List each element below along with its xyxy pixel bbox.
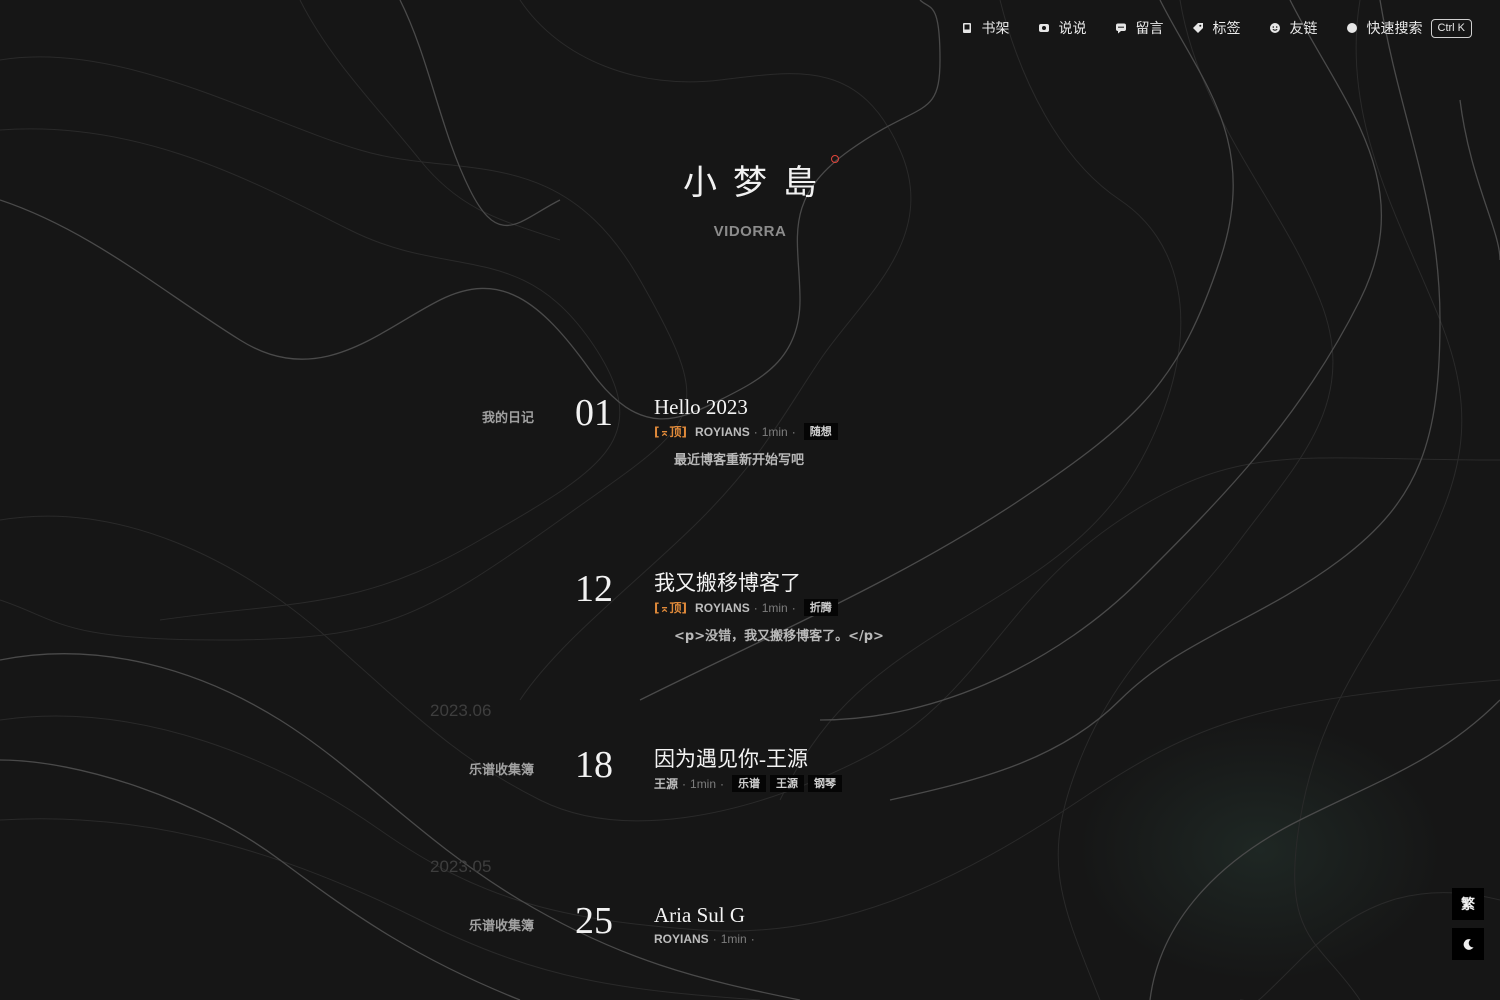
post-meta: [⌅顶] ROYIANS · 1min · 随想: [654, 423, 838, 440]
post-category[interactable]: 乐谱收集簿: [469, 915, 534, 934]
nav-label: 留言: [1135, 21, 1164, 37]
post-category[interactable]: 乐谱收集簿: [469, 759, 534, 778]
post-readtime: 1min: [761, 600, 788, 615]
meta-separator: ·: [750, 932, 755, 946]
post-readtime: 1min: [720, 932, 747, 946]
logo-dot: [831, 155, 839, 163]
pinned-label: [⌅顶]: [654, 424, 688, 439]
pinned-label: [⌅顶]: [654, 600, 688, 615]
nav-item-tags[interactable]: 标签: [1192, 18, 1241, 38]
nav-label: 说说: [1058, 21, 1087, 37]
camera-icon: [1038, 24, 1049, 32]
post-item: 乐谱收集簿 25 Aria Sul G ROYIANS · 1min ·: [0, 901, 1500, 1000]
post-item: 12 我又搬移博客了 [⌅顶] ROYIANS · 1min · 折腾 <p>没…: [0, 569, 1500, 699]
tag-icon: [1192, 23, 1203, 33]
chat-bubble-icon: [1115, 23, 1126, 34]
meta-separator: ·: [720, 776, 725, 791]
post-title[interactable]: Aria Sul G: [654, 903, 745, 927]
post-day: 25: [575, 900, 613, 942]
month-divider: 2023.05: [430, 857, 492, 876]
month-divider: 2023.06: [430, 701, 492, 720]
meta-separator: ·: [753, 600, 758, 615]
post-excerpt: <p>没错，我又搬移博客了。</p>: [674, 629, 884, 644]
site-logo[interactable]: 小梦島: [0, 155, 1500, 204]
post-readtime: 1min: [690, 776, 717, 791]
search-shortcut-badge: Ctrl K: [1430, 18, 1472, 38]
post-title[interactable]: 因为遇见你-王源: [654, 747, 808, 771]
search-dot-icon: [1346, 23, 1357, 33]
post-category[interactable]: 我的日记: [482, 407, 534, 426]
post-author[interactable]: ROYIANS: [695, 424, 750, 440]
meta-separator: ·: [791, 424, 796, 439]
nav-item-guestbook[interactable]: 留言: [1115, 18, 1164, 38]
post-tag[interactable]: 随想: [803, 423, 838, 440]
post-item: 乐谱收集簿 18 因为遇见你-王源 王源 · 1min · 乐谱 王源 钢琴: [0, 745, 1500, 875]
post-item: 我的日记 01 Hello 2023 [⌅顶] ROYIANS · 1min ·…: [0, 393, 1500, 523]
top-nav: 书架 说说 留言 标签 友链 快速搜索 Ctrl K: [961, 16, 1472, 40]
nav-label: 友链: [1289, 21, 1318, 37]
nav-label: 书架: [981, 21, 1010, 37]
post-tag[interactable]: 王源: [770, 775, 805, 792]
nav-item-friends[interactable]: 友链: [1269, 18, 1318, 38]
post-title[interactable]: Hello 2023: [654, 395, 748, 419]
book-icon: [962, 23, 971, 33]
post-tag[interactable]: 折腾: [803, 599, 838, 616]
post-meta: [⌅顶] ROYIANS · 1min · 折腾: [654, 599, 838, 616]
dark-mode-toggle-button[interactable]: [1452, 928, 1484, 960]
meta-separator: ·: [712, 932, 717, 946]
post-day: 18: [575, 744, 613, 786]
post-meta: 王源 · 1min · 乐谱 王源 钢琴: [654, 775, 843, 792]
nav-label: 标签: [1212, 21, 1241, 37]
post-tag[interactable]: 钢琴: [808, 775, 843, 792]
post-tag[interactable]: 乐谱: [732, 775, 767, 792]
post-day: 12: [575, 568, 613, 610]
page: 书架 说说 留言 标签 友链 快速搜索 Ctrl K 小梦島 VIDORRA 我…: [0, 0, 1500, 1000]
post-author[interactable]: ROYIANS: [695, 600, 750, 616]
meta-separator: ·: [682, 776, 687, 791]
post-meta: ROYIANS · 1min ·: [654, 931, 759, 947]
site-subtitle: VIDORRA: [713, 223, 787, 240]
post-day: 01: [575, 392, 613, 434]
meta-separator: ·: [791, 600, 796, 615]
post-author[interactable]: 王源: [654, 776, 678, 792]
logo-text: 小梦島: [667, 155, 839, 204]
post-excerpt: 最近博客重新开始写吧: [674, 453, 805, 468]
nav-item-moments[interactable]: 说说: [1038, 18, 1087, 38]
post-title[interactable]: 我又搬移博客了: [654, 571, 801, 595]
moon-icon: [1463, 938, 1474, 950]
smile-icon: [1269, 23, 1280, 33]
post-readtime: 1min: [761, 424, 788, 439]
nav-item-bookshelf[interactable]: 书架: [961, 18, 1010, 38]
post-author[interactable]: ROYIANS: [654, 931, 709, 947]
quick-search-button[interactable]: 快速搜索 Ctrl K: [1346, 18, 1472, 38]
traditional-chinese-toggle-button[interactable]: 繁: [1452, 888, 1484, 920]
nav-label: 快速搜索: [1366, 21, 1423, 37]
meta-separator: ·: [753, 424, 758, 439]
